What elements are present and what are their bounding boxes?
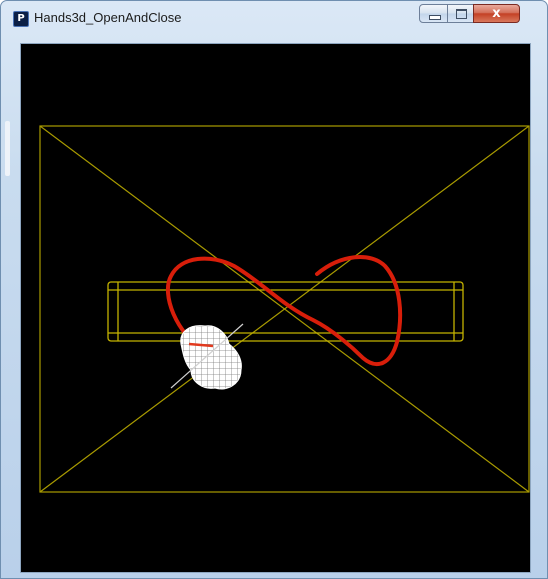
center-box [107,281,464,342]
window-edge-highlight [5,121,10,176]
sketch-canvas[interactable] [20,43,531,573]
window-title: Hands3d_OpenAndClose [34,10,182,25]
hand-mesh [170,323,244,390]
minimize-button[interactable] [419,4,448,23]
maximize-button[interactable] [447,4,474,23]
app-window: P Hands3d_OpenAndClose x [0,0,548,579]
minimize-icon [429,15,441,20]
close-button[interactable]: x [473,4,520,23]
title-bar[interactable]: P Hands3d_OpenAndClose x [1,1,547,35]
caption-buttons: x [419,4,539,24]
maximize-icon [456,9,467,19]
close-icon: x [492,6,501,21]
scene-svg [39,125,530,493]
app-icon-letter: P [17,13,25,24]
processing-app-icon[interactable]: P [13,11,29,27]
